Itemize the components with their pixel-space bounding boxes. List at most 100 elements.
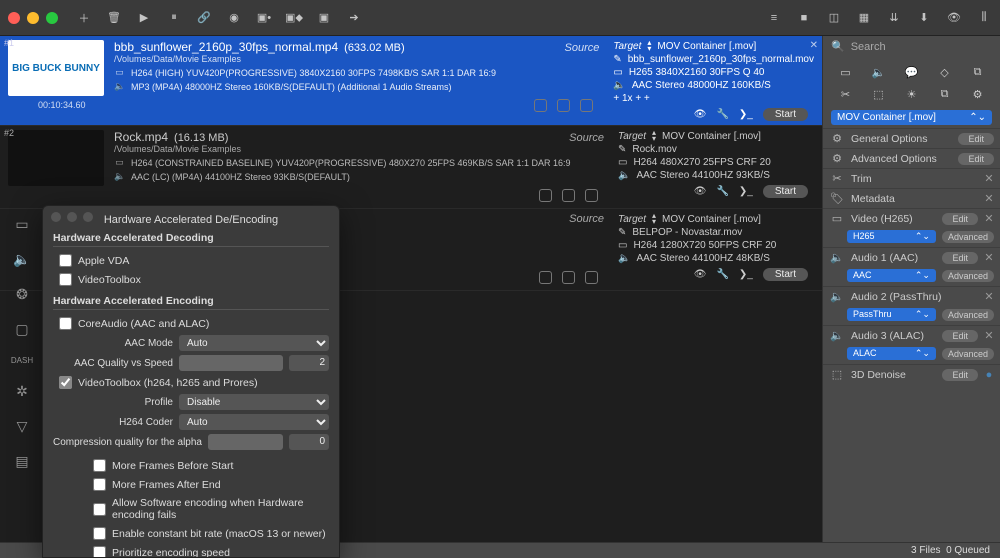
- preview-icon[interactable]: 👁: [694, 109, 707, 120]
- preview-icon[interactable]: 👁: [694, 186, 707, 197]
- link-icon[interactable]: 🔗: [196, 10, 212, 26]
- terminal-icon[interactable]: ❯_: [739, 269, 753, 280]
- view-stop-icon[interactable]: ■: [796, 10, 812, 26]
- section-audio-2-passthru-[interactable]: 🔈Audio 2 (PassThru)✕: [823, 286, 1000, 306]
- start-button[interactable]: Start: [763, 268, 808, 281]
- zoom-window[interactable]: [46, 12, 58, 24]
- search-field[interactable]: 🔍 Search: [823, 36, 1000, 57]
- trash-icon[interactable]: 🗑: [106, 10, 122, 26]
- remove-icon[interactable]: ✕: [984, 192, 994, 205]
- advanced-button[interactable]: Advanced: [942, 348, 994, 360]
- edit-button[interactable]: Edit: [942, 252, 978, 264]
- tg-gear-icon[interactable]: ⚙: [961, 83, 994, 105]
- prefs-filter-icon[interactable]: ▽: [17, 418, 28, 435]
- terminal-icon[interactable]: ❯_: [739, 186, 753, 197]
- info-icon[interactable]: [557, 99, 570, 112]
- view-grid-icon[interactable]: ▦: [856, 10, 872, 26]
- prefs-log-icon[interactable]: ▤: [15, 453, 28, 470]
- edit-button[interactable]: Edit: [942, 330, 978, 342]
- check-option[interactable]: More Frames After End: [87, 475, 329, 494]
- alpha-value[interactable]: 0: [289, 434, 329, 450]
- close-window[interactable]: [8, 12, 20, 24]
- tg-tag-icon[interactable]: ◇: [928, 61, 961, 83]
- search-icon[interactable]: [585, 271, 598, 284]
- remove-icon[interactable]: ✕: [984, 251, 994, 264]
- section-metadata[interactable]: 🏷Metadata✕: [823, 188, 1000, 208]
- advanced-button[interactable]: Advanced: [942, 309, 994, 321]
- edit-button[interactable]: Edit: [958, 153, 994, 165]
- download-icon[interactable]: ⬇: [916, 10, 932, 26]
- prefs-color-icon[interactable]: ✲: [16, 383, 28, 400]
- view-compact-icon[interactable]: ≡: [766, 10, 782, 26]
- edit-button[interactable]: Edit: [942, 213, 978, 225]
- info-icon[interactable]: [562, 189, 575, 202]
- search-icon[interactable]: [580, 99, 593, 112]
- alpha-slider[interactable]: [208, 434, 283, 450]
- container-select[interactable]: MOV Container [.mov]⌃⌄: [831, 110, 992, 125]
- view-split-icon[interactable]: ◫: [826, 10, 842, 26]
- minimize-window[interactable]: [27, 12, 39, 24]
- search-icon[interactable]: [585, 189, 598, 202]
- codec-select[interactable]: H265⌃⌄: [847, 230, 936, 243]
- section-advanced-options[interactable]: ⚙Advanced OptionsEdit: [823, 148, 1000, 168]
- codec-select[interactable]: ALAC⌃⌄: [847, 347, 936, 360]
- aac-quality-slider[interactable]: [179, 355, 283, 371]
- job-row[interactable]: #2 Rock.mp4 (16.13 MB) Source /Volumes/D…: [0, 126, 822, 209]
- updown-icon[interactable]: ▴▾: [652, 213, 656, 225]
- tg-crop-icon[interactable]: ⧉: [928, 83, 961, 105]
- aac-quality-value[interactable]: 2: [289, 355, 329, 371]
- disc-icon[interactable]: ◉: [226, 10, 242, 26]
- check-videotoolbox-enc[interactable]: VideoToolbox (h264, h265 and Prores): [53, 373, 329, 392]
- updown-icon[interactable]: ▴▾: [647, 40, 651, 52]
- remove-icon[interactable]: ✕: [984, 212, 994, 225]
- stats-icon[interactable]: ⇊: [886, 10, 902, 26]
- pause-icon[interactable]: ⏸: [166, 10, 182, 26]
- panel-min[interactable]: [67, 212, 77, 222]
- tg-brightness-icon[interactable]: ☀: [895, 83, 928, 105]
- remove-icon[interactable]: ✕: [984, 329, 994, 342]
- coder-select[interactable]: Auto: [179, 414, 329, 430]
- section-video-h265-[interactable]: ▭Video (H265)Edit✕: [823, 208, 1000, 228]
- preview-icon[interactable]: 👁: [946, 10, 962, 26]
- check-option[interactable]: More Frames Before Start: [87, 456, 329, 475]
- check-apple-vda[interactable]: Apple VDA: [53, 251, 329, 270]
- play-icon[interactable]: ▶: [136, 10, 152, 26]
- section-3d-denoise[interactable]: ⬚3D DenoiseEdit●: [823, 364, 1000, 384]
- advanced-button[interactable]: Advanced: [942, 231, 994, 243]
- check-option[interactable]: Allow Software encoding when Hardware en…: [87, 494, 329, 524]
- check-option[interactable]: Enable constant bit rate (macOS 13 or ne…: [87, 524, 329, 543]
- codec-select[interactable]: PassThru⌃⌄: [847, 308, 936, 321]
- check-coreaudio[interactable]: CoreAudio (AAC and ALAC): [53, 314, 329, 333]
- prefs-audio-icon[interactable]: 🔈: [13, 251, 30, 268]
- prefs-video-icon[interactable]: ▭: [15, 216, 28, 233]
- prefs-general-icon[interactable]: ❂: [16, 286, 28, 303]
- wrench-icon[interactable]: 🔧: [716, 186, 728, 197]
- start-button[interactable]: Start: [763, 108, 808, 121]
- tg-scissors-icon[interactable]: ✂: [829, 83, 862, 105]
- sendto-icon[interactable]: ➔: [346, 10, 362, 26]
- section-trim[interactable]: ✂Trim✕: [823, 168, 1000, 188]
- prefs-display-icon[interactable]: ▢: [15, 321, 28, 338]
- tg-video-icon[interactable]: ▭: [829, 61, 862, 83]
- add-target-icon[interactable]: [539, 271, 552, 284]
- section-general-options[interactable]: ⚙General OptionsEdit: [823, 128, 1000, 148]
- edit-button[interactable]: Edit: [958, 133, 994, 145]
- section-audio-3-alac-[interactable]: 🔈Audio 3 (ALAC)Edit✕: [823, 325, 1000, 345]
- wrench-icon[interactable]: 🔧: [716, 109, 728, 120]
- add-target-icon[interactable]: [534, 99, 547, 112]
- camera1-icon[interactable]: ▣•: [256, 10, 272, 26]
- tg-audio-icon[interactable]: 🔈: [862, 61, 895, 83]
- advanced-button[interactable]: Advanced: [942, 270, 994, 282]
- check-videotoolbox-dec[interactable]: VideoToolbox: [53, 270, 329, 289]
- panel-zoom[interactable]: [83, 212, 93, 222]
- codec-select[interactable]: AAC⌃⌄: [847, 269, 936, 282]
- tg-subtitle-icon[interactable]: 💬: [895, 61, 928, 83]
- tg-package-icon[interactable]: ⬚: [862, 83, 895, 105]
- aac-mode-select[interactable]: Auto: [179, 335, 329, 351]
- wrench-icon[interactable]: 🔧: [716, 269, 728, 280]
- close-icon[interactable]: ✕: [810, 40, 818, 51]
- tg-window-icon[interactable]: ⧉: [961, 61, 994, 83]
- edit-button[interactable]: Edit: [942, 369, 978, 381]
- updown-icon[interactable]: ▴▾: [652, 130, 656, 142]
- section-audio-1-aac-[interactable]: 🔈Audio 1 (AAC)Edit✕: [823, 247, 1000, 267]
